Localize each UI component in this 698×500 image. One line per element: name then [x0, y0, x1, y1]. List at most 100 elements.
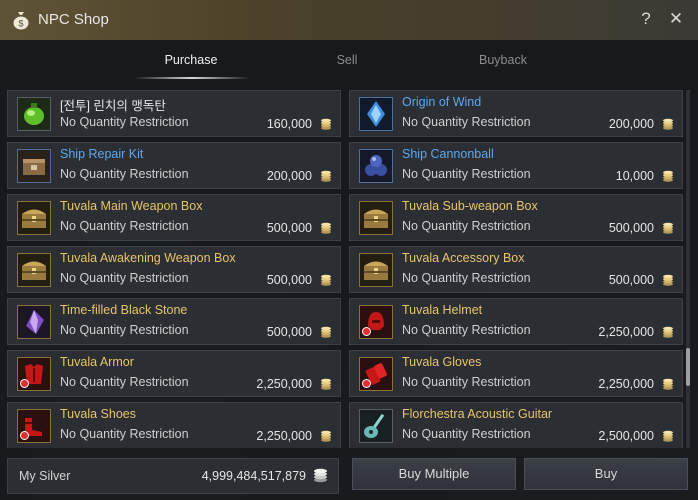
helmet-icon — [359, 305, 393, 339]
shop-item-card[interactable]: Tuvala Awakening Weapon Box No Quantity R… — [7, 246, 341, 293]
repair-kit-icon — [17, 149, 51, 183]
item-restriction: No Quantity Restriction — [60, 375, 189, 389]
item-restriction: No Quantity Restriction — [402, 323, 531, 337]
tab-purchase[interactable]: Purchase — [146, 53, 236, 67]
treasure-box-icon — [17, 201, 51, 235]
shop-item-card[interactable]: Tuvala Gloves No Quantity Restriction 2,25… — [349, 350, 683, 397]
item-name: Tuvala Gloves — [402, 355, 482, 369]
item-price: 500,000 — [266, 325, 312, 339]
silver-coin-icon — [314, 468, 327, 483]
item-restriction: No Quantity Restriction — [402, 115, 531, 129]
shoes-icon — [17, 409, 51, 443]
item-restriction: No Quantity Restriction — [60, 271, 189, 285]
item-restriction: No Quantity Restriction — [402, 427, 531, 441]
money-bag-icon: $ — [13, 12, 29, 30]
window-title: NPC Shop — [38, 11, 109, 28]
shop-item-card[interactable]: Time-filled Black Stone No Quantity Restr… — [7, 298, 341, 345]
treasure-box-icon — [359, 253, 393, 287]
item-price: 500,000 — [266, 221, 312, 235]
item-name: Tuvala Armor — [60, 355, 134, 369]
item-name: Florchestra Acoustic Guitar — [402, 407, 553, 421]
restricted-icon — [20, 431, 29, 440]
tab-bar: Purchase Sell Buyback — [0, 44, 698, 84]
silver-coin-icon — [321, 326, 331, 338]
scrollbar[interactable] — [686, 90, 690, 448]
item-restriction: No Quantity Restriction — [402, 375, 531, 389]
item-name: Tuvala Sub-weapon Box — [402, 199, 538, 213]
silver-coin-icon — [663, 378, 673, 390]
restricted-icon — [362, 327, 371, 336]
item-price: 2,250,000 — [598, 325, 654, 339]
item-price: 2,250,000 — [598, 377, 654, 391]
buy-multiple-button[interactable]: Buy Multiple — [352, 458, 516, 490]
npc-shop-window: $ NPC Shop ? ✕ Purchase Sell Buyback [전투… — [0, 0, 698, 500]
restricted-icon — [20, 379, 29, 388]
guitar-icon — [359, 409, 393, 443]
cannonball-icon — [359, 149, 393, 183]
tab-buyback[interactable]: Buyback — [458, 53, 548, 67]
item-restriction: No Quantity Restriction — [402, 271, 531, 285]
silver-coin-icon — [321, 378, 331, 390]
help-button[interactable]: ? — [636, 9, 656, 29]
item-price: 2,250,000 — [256, 377, 312, 391]
shop-item-card[interactable]: Ship Cannonball No Quantity Restriction 10… — [349, 142, 683, 189]
svg-text:$: $ — [18, 19, 23, 29]
item-price: 2,500,000 — [598, 429, 654, 443]
item-price: 500,000 — [266, 273, 312, 287]
black-stone-icon — [17, 305, 51, 339]
shop-item-card[interactable]: Tuvala Sub-weapon Box No Quantity Restric… — [349, 194, 683, 241]
silver-display: My Silver 4,999,484,517,879 — [7, 458, 339, 494]
item-restriction: No Quantity Restriction — [60, 219, 189, 233]
shop-item-card[interactable]: Tuvala Accessory Box No Quantity Restrict… — [349, 246, 683, 293]
blue-crystal-icon — [359, 97, 393, 131]
item-price: 200,000 — [266, 169, 312, 183]
item-price: 200,000 — [608, 117, 654, 131]
shop-item-card[interactable]: Ship Repair Kit No Quantity Restriction 20… — [7, 142, 341, 189]
close-button[interactable]: ✕ — [666, 9, 686, 29]
item-name: Tuvala Shoes — [60, 407, 136, 421]
scroll-thumb[interactable] — [686, 348, 690, 386]
tab-sell[interactable]: Sell — [302, 53, 392, 67]
shop-item-card[interactable]: [전투] 린치의 맹독탄 No Quantity Restriction 160,0… — [7, 90, 341, 137]
item-restriction: No Quantity Restriction — [60, 323, 189, 337]
silver-coin-icon — [663, 170, 673, 182]
silver-coin-icon — [321, 170, 331, 182]
footer: My Silver 4,999,484,517,879 Buy Multiple… — [0, 454, 698, 500]
shop-item-card[interactable]: Florchestra Acoustic Guitar No Quantity R… — [349, 402, 683, 448]
item-restriction: No Quantity Restriction — [60, 427, 189, 441]
item-restriction: No Quantity Restriction — [60, 115, 189, 129]
silver-value: 4,999,484,517,879 — [201, 469, 306, 483]
silver-coin-icon — [321, 430, 331, 442]
item-name: Ship Cannonball — [402, 147, 494, 161]
item-name: Ship Repair Kit — [60, 147, 144, 161]
armor-icon — [17, 357, 51, 391]
item-name: Tuvala Accessory Box — [402, 251, 525, 265]
item-price: 160,000 — [266, 117, 312, 131]
silver-coin-icon — [321, 118, 331, 130]
title-bar[interactable]: $ NPC Shop ? ✕ — [0, 0, 698, 41]
treasure-box-icon — [17, 253, 51, 287]
item-name: Origin of Wind — [402, 95, 482, 109]
shop-item-card[interactable]: Tuvala Helmet No Quantity Restriction 2,25… — [349, 298, 683, 345]
buy-button[interactable]: Buy — [524, 458, 688, 490]
item-restriction: No Quantity Restriction — [402, 219, 531, 233]
treasure-box-icon — [359, 201, 393, 235]
item-name: Tuvala Helmet — [402, 303, 483, 317]
item-name: Tuvala Main Weapon Box — [60, 199, 203, 213]
shop-item-card[interactable]: Tuvala Shoes No Quantity Restriction 2,250… — [7, 402, 341, 448]
silver-coin-icon — [663, 274, 673, 286]
item-price: 500,000 — [608, 221, 654, 235]
silver-label: My Silver — [19, 469, 71, 483]
silver-coin-icon — [663, 222, 673, 234]
shop-item-card[interactable]: Tuvala Main Weapon Box No Quantity Restri… — [7, 194, 341, 241]
silver-coin-icon — [663, 326, 673, 338]
shop-item-card[interactable]: Origin of Wind No Quantity Restriction 200… — [349, 90, 683, 137]
active-tab-indicator — [134, 77, 250, 79]
item-price: 10,000 — [615, 169, 654, 183]
item-grid: [전투] 린치의 맹독탄 No Quantity Restriction 160,0… — [7, 90, 687, 448]
silver-coin-icon — [321, 274, 331, 286]
item-price: 500,000 — [608, 273, 654, 287]
gloves-icon — [359, 357, 393, 391]
shop-item-card[interactable]: Tuvala Armor No Quantity Restriction 2,250… — [7, 350, 341, 397]
silver-coin-icon — [663, 430, 673, 442]
